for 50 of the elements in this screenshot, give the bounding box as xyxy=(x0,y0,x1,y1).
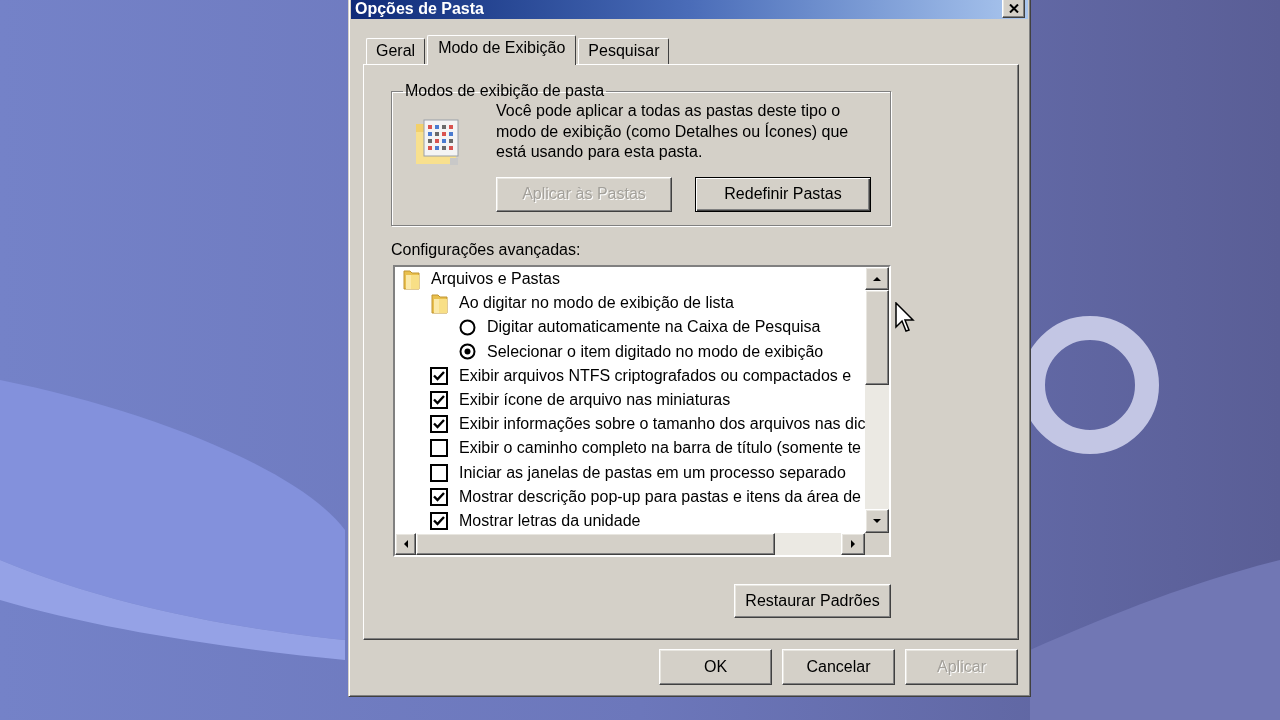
scroll-left-button[interactable] xyxy=(395,533,416,555)
down-arrow-icon xyxy=(873,518,882,524)
tree-item-label[interactable]: Exibir arquivos NTFS criptografados ou compactados e xyxy=(459,365,852,386)
tree-item-label[interactable]: Ao digitar no modo de exibição de lista xyxy=(459,293,734,314)
tree-item-label[interactable]: Exibir informações sobre o tamanho dos arquivos nas dic xyxy=(459,414,866,435)
tab[interactable]: Modo de Exibição xyxy=(427,35,577,65)
tree-item-label[interactable]: Mostrar descrição pop-up para pastas e itens da área de xyxy=(459,486,861,507)
dialog-button[interactable]: OK xyxy=(659,649,772,685)
group-title: Modos de exibição de pasta xyxy=(404,81,606,101)
tree-item-label[interactable]: Mostrar letras da unidade xyxy=(459,510,641,531)
left-arrow-icon xyxy=(402,540,409,548)
right-arrow-icon xyxy=(850,540,856,548)
vertical-scrollbar[interactable] xyxy=(865,267,889,533)
scrollbar-corner xyxy=(865,533,889,555)
mouse-pointer-icon xyxy=(895,302,915,333)
tree-item-label[interactable]: Iniciar as janelas de pastas em um processo separado xyxy=(459,462,846,483)
horizontal-scrollbar[interactable] xyxy=(395,533,865,555)
folder-grid-icon xyxy=(414,118,461,166)
checked-checkbox-icon[interactable] xyxy=(430,415,448,434)
checkbox-icon[interactable] xyxy=(430,439,448,458)
scroll-right-button[interactable] xyxy=(841,533,865,555)
radio-button-selected-icon[interactable] xyxy=(458,343,476,361)
scroll-up-button[interactable] xyxy=(865,267,889,290)
checked-checkbox-icon[interactable] xyxy=(430,511,448,530)
checked-checkbox-icon[interactable] xyxy=(430,487,448,506)
close-button[interactable] xyxy=(1002,0,1025,18)
tree-item-label[interactable]: Exibir ícone de arquivo nas miniaturas xyxy=(459,390,731,411)
folder-icon xyxy=(429,292,449,315)
close-icon xyxy=(1008,3,1019,13)
checked-checkbox-icon[interactable] xyxy=(430,366,448,385)
scrollbar-thumb[interactable] xyxy=(416,533,775,555)
tree-item-label[interactable]: Exibir o caminho completo na barra de título (somente te xyxy=(459,438,861,459)
tree-item-label[interactable]: Arquivos e Pastas xyxy=(431,269,560,290)
advanced-settings-label: Configurações avançadas: xyxy=(391,240,582,260)
scroll-down-button[interactable] xyxy=(865,509,889,533)
folder-icon xyxy=(401,268,421,291)
up-arrow-icon xyxy=(873,275,882,282)
window-title: Opções de Pasta xyxy=(355,1,484,17)
group-description: Você pode aplicar a todas as pastas deste tipo o modo de exibição (como Detalhes ou Ícones) que está usando para esta pasta. xyxy=(496,101,850,162)
tab[interactable]: Pesquisar xyxy=(578,38,670,64)
checked-checkbox-icon[interactable] xyxy=(430,391,448,410)
restore-defaults-button[interactable]: Restaurar Padrões xyxy=(734,584,891,618)
tree-item-label[interactable]: Selecionar o item digitado no modo de exibição xyxy=(487,341,824,362)
scrollbar-thumb[interactable] xyxy=(865,290,889,385)
folder-view-button[interactable]: Redefinir Pastas xyxy=(695,176,871,212)
dialog-button[interactable]: Cancelar xyxy=(782,649,895,685)
checkbox-icon[interactable] xyxy=(430,463,448,482)
radio-button-icon[interactable] xyxy=(458,318,476,336)
tab[interactable]: Geral xyxy=(366,38,426,64)
tree-item-label[interactable]: Digitar automaticamente na Caixa de Pesquisa xyxy=(487,317,821,338)
